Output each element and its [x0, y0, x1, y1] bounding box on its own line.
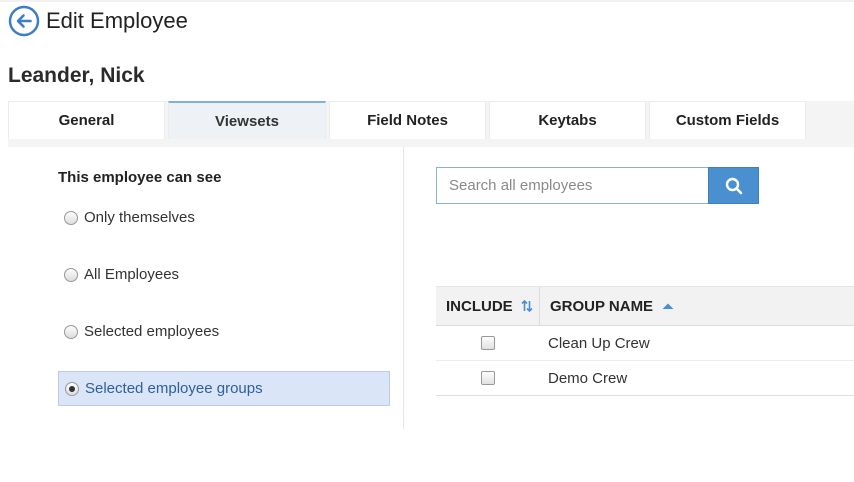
top-bar	[0, 0, 854, 2]
tab-general[interactable]: General	[8, 101, 165, 139]
table-header: INCLUDE GROUP NAME	[436, 286, 854, 326]
page-title-prefix: Edit	[46, 8, 84, 33]
visibility-panel: This employee can see Only themselves Al…	[0, 147, 404, 429]
table-row: Clean Up Crew	[436, 326, 854, 361]
radio-button[interactable]	[65, 381, 79, 396]
include-checkbox[interactable]	[481, 371, 495, 385]
search-button[interactable]	[708, 167, 759, 204]
column-header-group-name[interactable]: GROUP NAME	[540, 287, 675, 325]
page-title: Edit Employee	[46, 8, 188, 34]
radio-button[interactable]	[64, 210, 78, 225]
tab-viewsets[interactable]: Viewsets	[168, 101, 326, 139]
radio-label: Only themselves	[84, 209, 195, 226]
radio-button[interactable]	[64, 324, 78, 339]
sort-ascending-icon	[661, 301, 675, 311]
include-cell	[436, 371, 540, 385]
radio-label: Selected employee groups	[85, 380, 263, 397]
tab-bar: General Viewsets Field Notes Keytabs Cus…	[8, 101, 854, 147]
option-only-themselves[interactable]: Only themselves	[58, 200, 390, 235]
group-name: Demo Crew	[548, 369, 628, 387]
include-cell	[436, 336, 540, 350]
groups-table: INCLUDE GROUP NAME Clean Up Crew Demo Cr…	[436, 286, 854, 396]
employee-search	[436, 167, 759, 204]
visibility-title: This employee can see	[58, 169, 222, 186]
sort-both-icon	[521, 299, 533, 313]
arrow-left-circle-icon[interactable]	[8, 5, 40, 37]
tab-custom-fields[interactable]: Custom Fields	[649, 101, 806, 139]
page-title-main: Employee	[90, 8, 188, 33]
search-icon	[725, 177, 742, 194]
include-checkbox[interactable]	[481, 336, 495, 350]
group-name: Clean Up Crew	[548, 334, 650, 352]
option-all-employees[interactable]: All Employees	[58, 257, 390, 292]
tab-field-notes[interactable]: Field Notes	[329, 101, 486, 139]
table-row: Demo Crew	[436, 361, 854, 396]
page-header: Edit Employee	[8, 4, 188, 38]
option-selected-employees[interactable]: Selected employees	[58, 314, 390, 349]
tab-keytabs[interactable]: Keytabs	[489, 101, 646, 139]
column-label: GROUP NAME	[550, 297, 654, 315]
search-input[interactable]	[436, 167, 708, 204]
radio-label: All Employees	[84, 266, 180, 283]
radio-label: Selected employees	[84, 323, 220, 340]
column-header-include[interactable]: INCLUDE	[436, 287, 540, 325]
column-label: INCLUDE	[446, 297, 513, 315]
employee-name: Leander, Nick	[8, 64, 145, 87]
option-selected-employee-groups[interactable]: Selected employee groups	[58, 371, 390, 406]
radio-button[interactable]	[64, 267, 78, 282]
